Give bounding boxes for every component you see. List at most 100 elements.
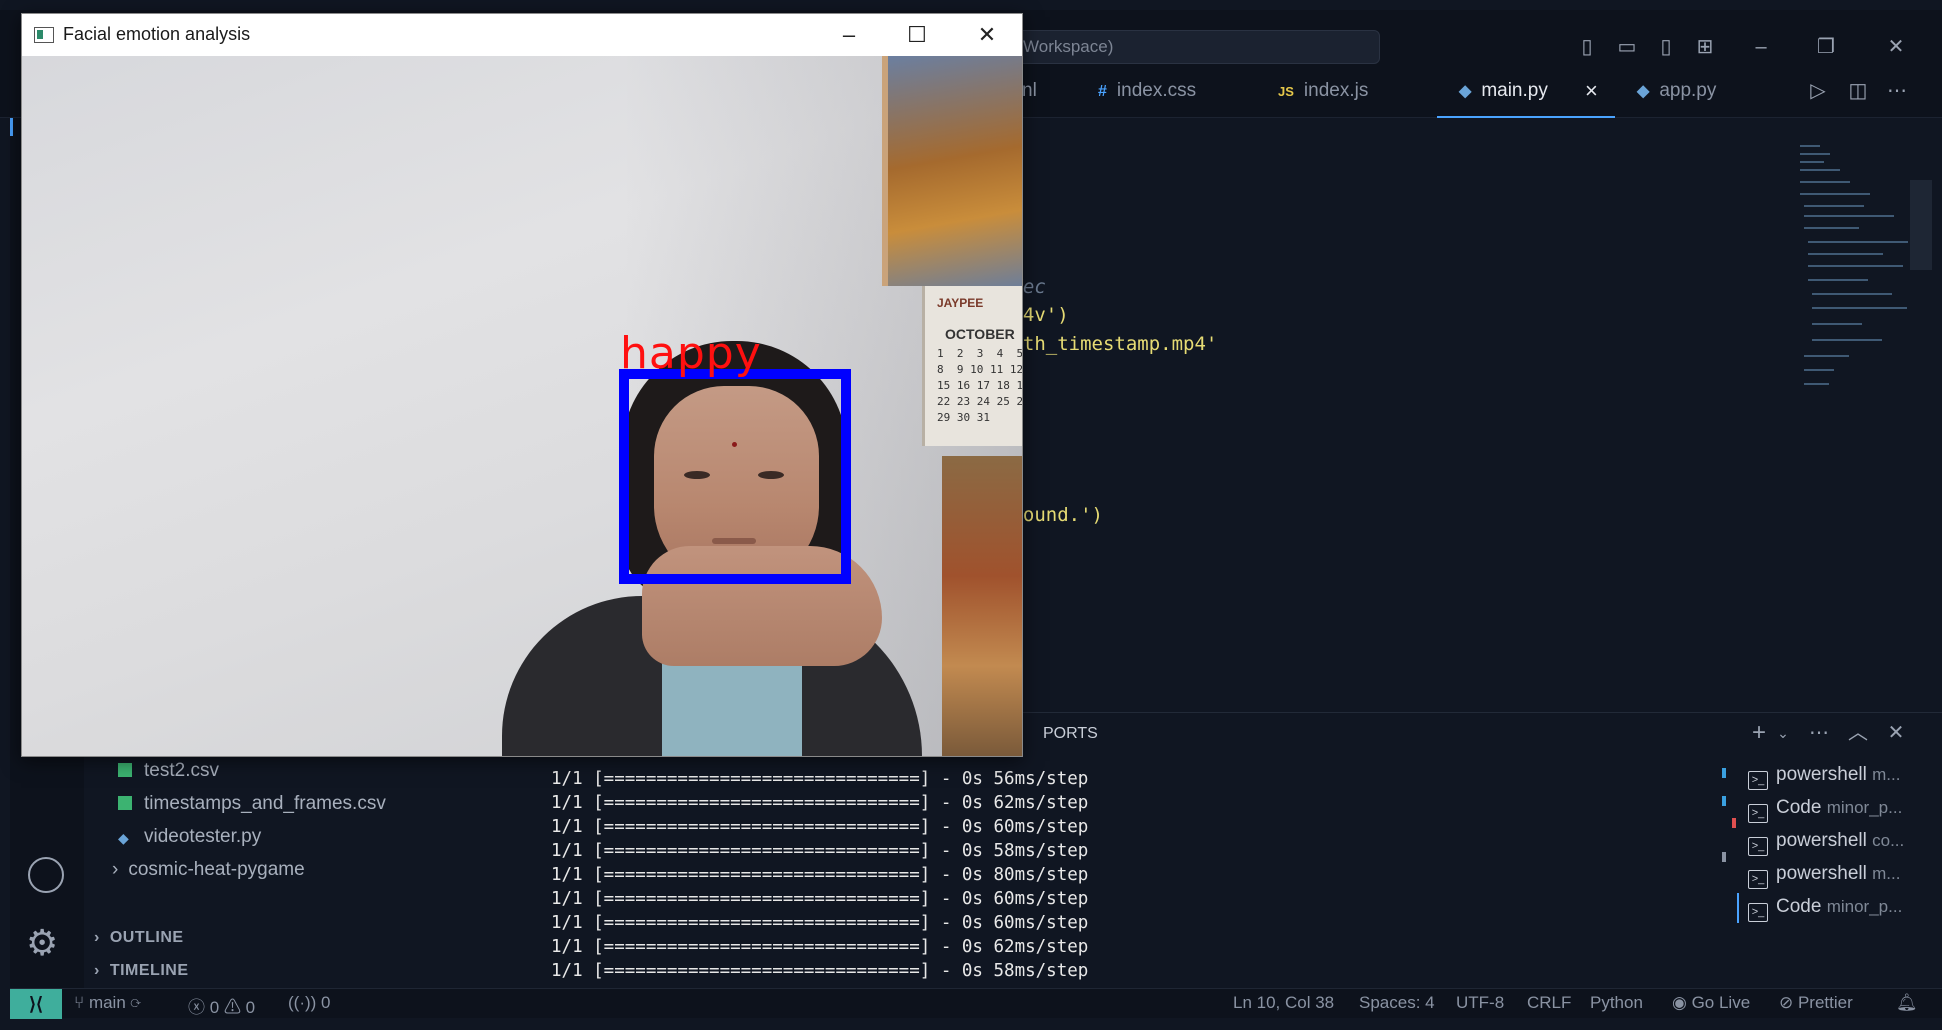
tab-main-py[interactable]: ◆ main.py × <box>1437 64 1615 118</box>
close-icon[interactable]: ✕ <box>1883 34 1909 60</box>
calendar-brand: JAYPEE <box>937 296 984 310</box>
terminal-line: 1/1 [==============================] - 0… <box>551 913 1089 933</box>
account-icon[interactable] <box>28 857 64 893</box>
remote-indicator-icon[interactable]: ⟩⟨ <box>10 989 62 1019</box>
maximize-panel-icon[interactable]: ︿ <box>1845 720 1871 746</box>
code-editor[interactable]: odec mp4v') with_timestamp.mp4' ) found.… <box>1000 118 1780 708</box>
tab-label: index.js <box>1303 80 1369 101</box>
status-bar: ⟩⟨ ⑂ main ⟳ ⓧ 0 ⚠ 0 ((·)) 0 Ln 10, Col 3… <box>10 988 1942 1019</box>
terminal-icon: >_ <box>1748 771 1768 790</box>
list-item[interactable]: test2.csv <box>118 760 219 782</box>
indentation[interactable]: Spaces: 4 <box>1359 993 1435 1013</box>
cursor-position[interactable]: Ln 10, Col 38 <box>1233 993 1334 1013</box>
python-icon: ◆ <box>118 830 129 846</box>
terminal-list-item[interactable]: >_ powershell m... <box>1748 764 1900 790</box>
ports-indicator[interactable]: ((·)) 0 <box>288 993 331 1013</box>
emotion-label: happy <box>620 328 762 379</box>
toggle-sidebar-icon[interactable]: ▯ <box>1574 34 1600 60</box>
tab-label: app.py <box>1659 80 1717 101</box>
terminal-icon: >_ <box>1748 804 1768 823</box>
more-actions-icon[interactable]: ⋯ <box>1806 720 1832 746</box>
terminal-name: Code <box>1776 896 1822 917</box>
terminal-desc: m... <box>1872 864 1901 883</box>
terminal-list-item[interactable]: >_ powershell co... <box>1748 830 1904 856</box>
terminal-name: Code <box>1776 797 1822 818</box>
terminal-list-item[interactable]: >_ powershell m... <box>1748 863 1900 889</box>
close-panel-icon[interactable]: ✕ <box>1883 720 1909 746</box>
tab-index-css[interactable]: # index.css <box>1098 64 1196 118</box>
camera-feed: JAYPEE OCTOBER 1 2 3 4 5 6 8 9 10 11 12 … <box>22 56 1022 756</box>
go-live-label: Go Live <box>1691 993 1751 1012</box>
maximize-icon[interactable]: ☐ <box>882 14 952 56</box>
terminal-line[interactable]: 1/1 [==============================] - 0… <box>551 961 1088 981</box>
terminal-line: 1/1 [==============================] - 0… <box>551 841 1089 861</box>
language-mode[interactable]: Python <box>1590 993 1643 1013</box>
terminal-name: powershell <box>1776 830 1867 851</box>
list-item[interactable]: › cosmic-heat-pygame <box>112 859 305 881</box>
customize-layout-icon[interactable]: ⊞ <box>1692 34 1718 60</box>
outline-section[interactable]: › OUTLINE <box>94 929 184 947</box>
tab-index-js[interactable]: JS index.js <box>1278 64 1368 118</box>
more-actions-icon[interactable]: ⋯ <box>1884 78 1910 104</box>
python-icon: ◆ <box>1459 83 1472 100</box>
chevron-right-icon: › <box>94 929 100 946</box>
terminal-desc: minor_p... <box>1826 798 1903 817</box>
sync-icon[interactable]: ⟳ <box>131 993 141 1012</box>
command-center[interactable]: Workspace) <box>1010 30 1380 64</box>
active-terminal-indicator <box>1737 893 1739 923</box>
csv-file-icon <box>118 796 132 810</box>
wall-poster <box>942 456 1022 756</box>
branch-indicator[interactable]: ⑂ main ⟳ <box>74 993 141 1013</box>
minimize-icon[interactable]: – <box>1748 34 1774 60</box>
error-icon: ⓧ <box>188 998 210 1017</box>
problems-indicator[interactable]: ⓧ 0 ⚠ 0 <box>188 993 255 1018</box>
encoding[interactable]: UTF-8 <box>1456 993 1504 1013</box>
split-editor-icon[interactable]: ◫ <box>1845 78 1871 104</box>
terminal-line: 1/1 [==============================] - 0… <box>551 769 1089 789</box>
app-icon <box>34 27 54 43</box>
line-ending[interactable]: CRLF <box>1527 993 1571 1013</box>
list-item[interactable]: timestamps_and_frames.csv <box>118 793 386 815</box>
notifications-bell-icon[interactable]: 🔔︎ <box>1896 993 1918 1013</box>
prettier-button[interactable]: ⊘ Prettier <box>1779 993 1853 1013</box>
minimap[interactable] <box>1800 145 1910 395</box>
new-terminal-icon[interactable]: + <box>1746 720 1772 746</box>
terminal-list-item[interactable]: >_ Code minor_p... <box>1748 896 1902 922</box>
calendar-dates: 1 2 3 4 5 6 8 9 10 11 12 15 16 17 18 19 … <box>937 347 1022 424</box>
terminal-marker <box>1722 796 1726 806</box>
terminal-list-item[interactable]: >_ Code minor_p... <box>1748 797 1902 823</box>
window-title: Facial emotion analysis <box>63 24 251 44</box>
folder-label: cosmic-heat-pygame <box>128 859 305 880</box>
tab-ports[interactable]: PORTS <box>1043 725 1098 743</box>
tab-close-icon[interactable]: × <box>1585 64 1598 118</box>
section-label: OUTLINE <box>109 929 184 946</box>
editor-scrollbar[interactable] <box>1910 180 1932 270</box>
file-label: test2.csv <box>144 760 219 781</box>
window-title-bar[interactable]: Facial emotion analysis – ☐ ✕ <box>22 14 1022 56</box>
chevron-down-icon[interactable]: ⌄ <box>1770 720 1796 746</box>
toggle-secondary-sidebar-icon[interactable]: ▯ <box>1653 34 1679 60</box>
settings-gear-icon[interactable]: ⚙ <box>26 922 58 964</box>
terminal-line: 1/1 [==============================] - 0… <box>551 937 1089 957</box>
close-icon[interactable]: ✕ <box>952 14 1022 56</box>
tab-html[interactable]: nl <box>1022 64 1037 118</box>
timeline-section[interactable]: › TIMELINE <box>94 962 189 980</box>
calendar-month: OCTOBER <box>945 326 1015 342</box>
list-item[interactable]: ◆ videotester.py <box>118 826 261 848</box>
face-detection-box <box>619 369 851 584</box>
go-live-button[interactable]: ◉ Go Live <box>1672 993 1750 1013</box>
broadcast-icon: ◉ <box>1672 993 1692 1012</box>
terminal-name: powershell <box>1776 764 1867 785</box>
toggle-panel-icon[interactable]: ▭ <box>1614 34 1640 60</box>
broadcast-icon: ((·)) <box>288 993 322 1012</box>
run-icon[interactable]: ▷ <box>1805 78 1831 104</box>
file-label: timestamps_and_frames.csv <box>144 793 386 814</box>
restore-icon[interactable]: ❐ <box>1813 34 1839 60</box>
tab-label: index.css <box>1116 80 1197 101</box>
facial-emotion-window[interactable]: Facial emotion analysis – ☐ ✕ JAYPEE OCT… <box>21 13 1023 757</box>
css-icon: # <box>1098 83 1107 100</box>
minimize-icon[interactable]: – <box>814 14 884 56</box>
chevron-right-icon: › <box>94 962 100 979</box>
warning-count: 0 <box>245 998 256 1017</box>
tab-app-py[interactable]: ◆ app.py <box>1637 64 1716 118</box>
